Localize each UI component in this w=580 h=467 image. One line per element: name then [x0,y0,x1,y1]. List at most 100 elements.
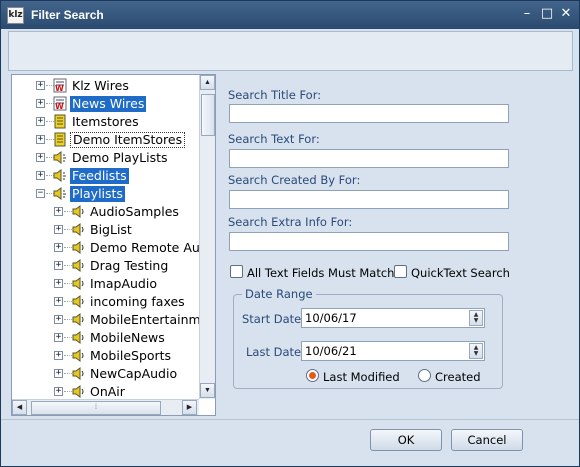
source-tree[interactable]: + W Klz Wires + W News Wires + Itemstores + Demo … [11,74,216,416]
created-radio[interactable] [418,369,431,382]
date-range-group: Date Range Start Date: 10/06/17 ▲ ▼ Last … [233,287,503,389]
tree-item-label[interactable]: Playlists [70,186,125,202]
tree-item-label[interactable]: Itemstores [70,114,141,130]
last-modified-label: Last Modified [323,370,400,384]
tree-item[interactable]: + Itemstores [12,113,198,131]
expand-icon[interactable]: + [36,135,45,144]
tree-horizontal-scrollbar[interactable]: ◀ ⁞ ▶ [12,399,199,415]
tree-item-label[interactable]: News Wires [70,96,147,112]
svg-text:W: W [55,84,64,93]
scroll-down-button[interactable]: ▼ [200,383,215,398]
tree-item[interactable]: + ImapAudio [12,275,198,293]
quicktext-search-label: QuickText Search [411,266,510,280]
expand-icon[interactable]: + [54,261,63,270]
speaker-icon [71,276,85,291]
all-fields-match-label: All Text Fields Must Match [247,266,395,280]
search-text-input[interactable] [229,149,509,168]
tree-item[interactable]: − Playlists [12,185,198,203]
tree-item[interactable]: + incoming faxes [12,293,198,311]
tree-item[interactable]: + MobileNews [12,329,198,347]
start-date-field[interactable]: 10/06/17 ▲ ▼ [301,308,485,328]
quicktext-search-checkbox[interactable] [394,265,407,278]
last-date-label: Last Date: [246,345,305,359]
expand-icon[interactable]: + [36,171,45,180]
tree-item-label[interactable]: Klz Wires [70,78,131,94]
search-extra-info-input[interactable] [229,232,509,251]
tree-vertical-scrollbar[interactable]: ▲ ▼ [199,75,215,399]
start-date-spinner[interactable]: ▲ ▼ [469,310,483,326]
title-bar[interactable]: klz Filter Search – □ ✕ [1,1,579,29]
collapse-icon[interactable]: − [36,189,45,198]
tree-item-label[interactable]: MobileNews [88,330,167,346]
scroll-thumb[interactable] [201,94,215,136]
tree-item-label[interactable]: Demo PlayLists [70,150,170,166]
tree-item-label[interactable]: AudioSamples [88,204,181,220]
tree-item[interactable]: + W Klz Wires [12,77,198,95]
tree-item-label[interactable]: Feedlists [70,168,129,184]
tree-item[interactable]: + NewCapAudio [12,365,198,383]
start-date-label: Start Date: [242,312,306,326]
expand-icon[interactable]: + [54,333,63,342]
tree-item[interactable]: + MobileEntertainme [12,311,208,329]
tree-item[interactable]: + BigList [12,221,198,239]
expand-icon[interactable]: + [54,225,63,234]
minimize-button[interactable]: – [519,6,535,22]
tree-item-label[interactable]: ImapAudio [88,276,159,292]
expand-icon[interactable]: + [54,243,63,252]
date-range-title: Date Range [242,287,316,301]
tree-item[interactable]: + Drag Testing [12,257,198,275]
last-date-field[interactable]: 10/06/21 ▲ ▼ [301,341,485,361]
expand-icon[interactable]: + [36,99,45,108]
search-created-by-input[interactable] [229,190,509,209]
tree-item[interactable]: + Demo PlayLists [12,149,198,167]
maximize-button[interactable]: □ [539,6,555,22]
scroll-left-button[interactable]: ◀ [12,400,27,415]
tree-item-label[interactable]: OnAir [88,384,127,400]
app-icon: klz [7,7,24,24]
expand-icon[interactable]: + [54,315,63,324]
svg-text:W: W [55,102,64,111]
tree-item-label[interactable]: BigList [88,222,134,238]
expand-icon[interactable]: + [54,369,63,378]
cancel-button[interactable]: Cancel [451,429,523,451]
ok-button[interactable]: OK [370,429,442,451]
last-date-spinner[interactable]: ▲ ▼ [469,343,483,359]
playlist-icon [53,186,67,201]
tree-item[interactable]: + AudioSamples [12,203,198,221]
tree-item-label[interactable]: Demo ItemStores [70,132,186,148]
last-date-value: 10/06/21 [305,344,357,358]
close-button[interactable]: ✕ [558,6,574,22]
search-title-input[interactable] [229,104,509,123]
tree-item[interactable]: + Demo Remote Aud [12,239,208,257]
tree-item[interactable]: + W News Wires [12,95,198,113]
last-modified-radio[interactable] [306,369,319,382]
tree-item[interactable]: + MobileSports [12,347,198,365]
scroll-up-button[interactable]: ▲ [200,75,215,90]
tree-item-label[interactable]: MobileSports [88,348,173,364]
all-fields-match-checkbox[interactable] [230,265,243,278]
created-label: Created [435,370,481,384]
speaker-icon [71,330,85,345]
tree-item-label[interactable]: Drag Testing [88,258,170,274]
expand-icon[interactable]: + [36,153,45,162]
expand-icon[interactable]: + [54,387,63,396]
tree-item[interactable]: + Demo ItemStores [12,131,198,149]
expand-icon[interactable]: + [54,207,63,216]
speaker-icon [71,294,85,309]
expand-icon[interactable]: + [54,351,63,360]
tree-item-label[interactable]: NewCapAudio [88,366,179,382]
expand-icon[interactable]: + [36,117,45,126]
expand-icon[interactable]: + [54,279,63,288]
tree-item-label[interactable]: Demo Remote Aud [88,240,210,256]
expand-icon[interactable]: + [54,297,63,306]
hscroll-thumb[interactable]: ⁞ [31,401,161,415]
tree-item-label[interactable]: MobileEntertainme [88,312,210,328]
tree-item[interactable]: + Feedlists [12,167,198,185]
tree-item-label[interactable]: incoming faxes [88,294,187,310]
speaker-icon [71,348,85,363]
scroll-right-button[interactable]: ▶ [182,400,197,415]
expand-icon[interactable]: + [36,81,45,90]
speaker-icon [71,312,85,327]
speaker-icon [71,240,85,255]
filter-search-window: klz Filter Search – □ ✕ + W Klz Wires + W New… [0,0,580,467]
